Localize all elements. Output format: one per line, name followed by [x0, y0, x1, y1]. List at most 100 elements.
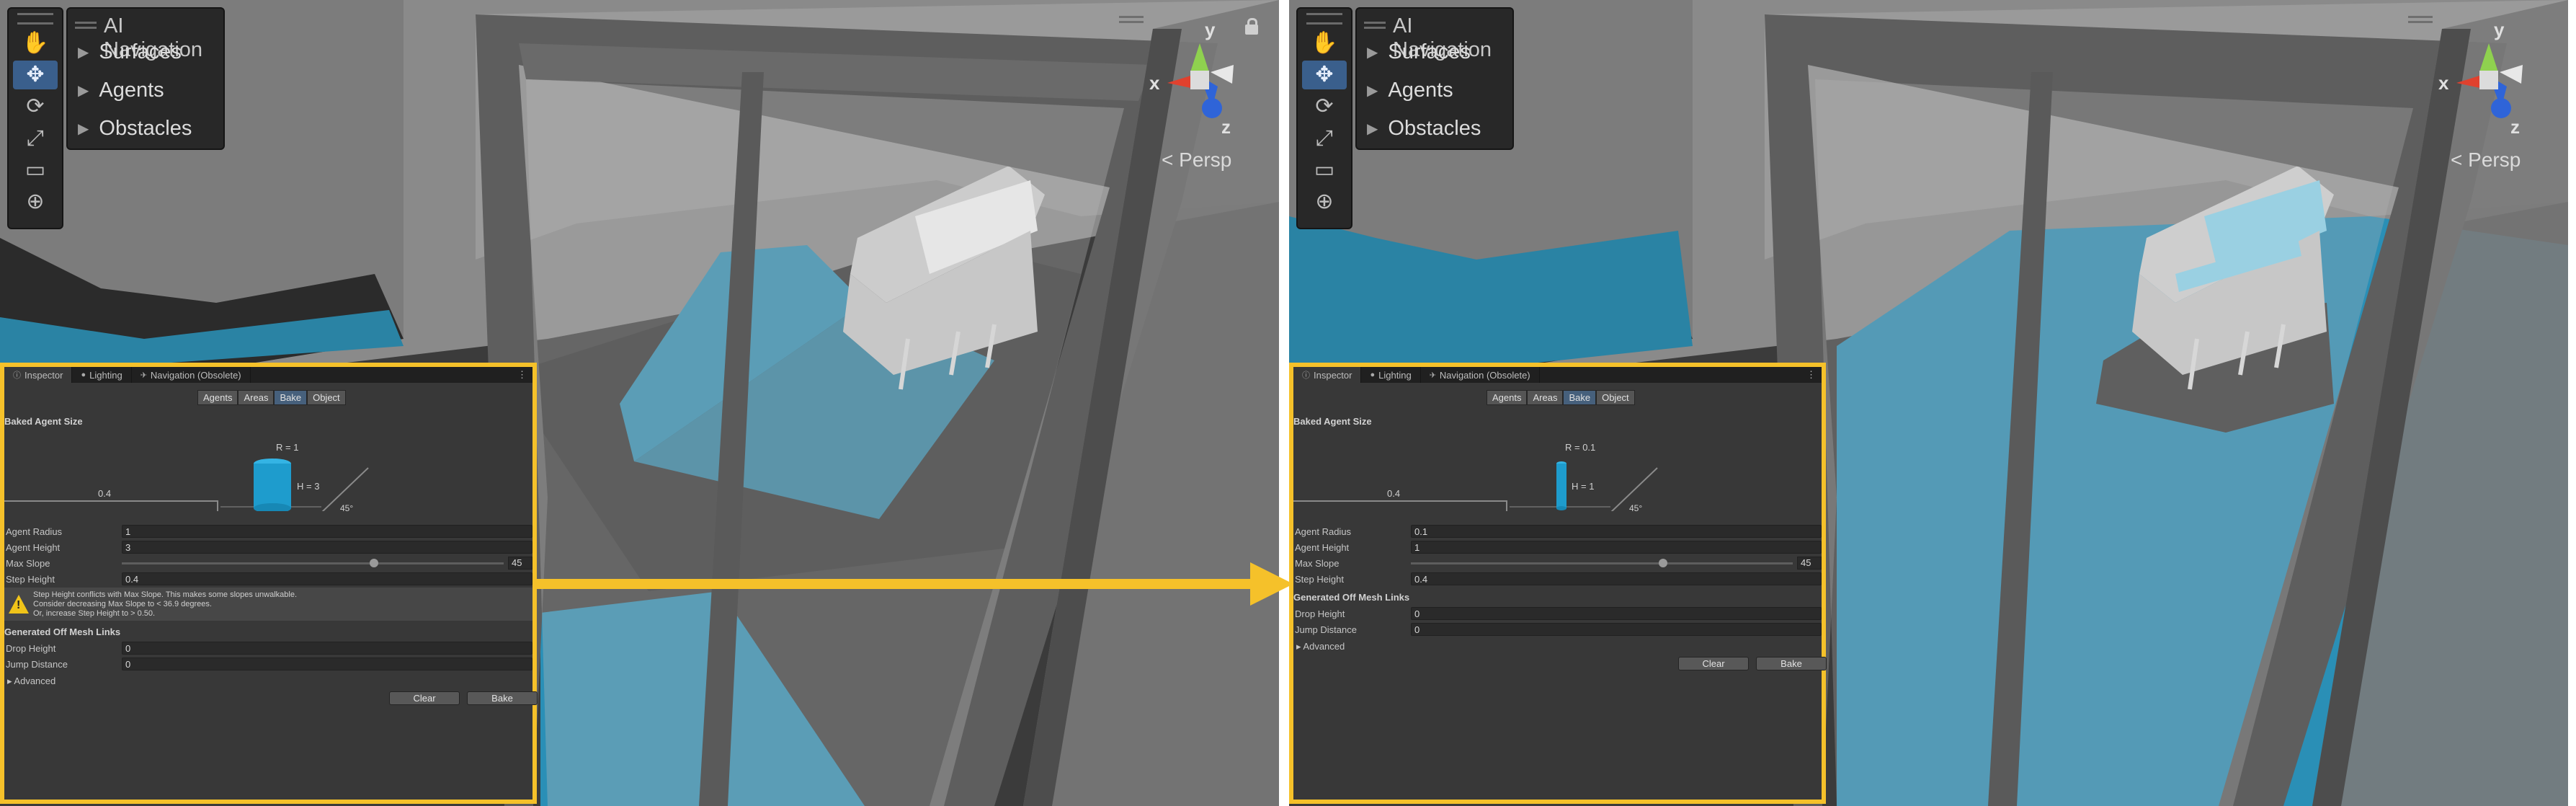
- rotate-icon[interactable]: ⟳: [13, 92, 58, 121]
- gizmo-z-label: z: [2510, 116, 2520, 137]
- max-slope-row: Max Slope 45: [4, 556, 532, 570]
- tab-lighting[interactable]: ● Lighting: [1361, 367, 1421, 383]
- agent-height-field[interactable]: 1: [1411, 541, 1822, 554]
- advanced-foldout[interactable]: ▸ Advanced: [1296, 641, 1345, 652]
- agent-size-diagram: R = 1 H = 3 0.4 45°: [4, 442, 369, 511]
- baked-agent-size-heading: Baked Agent Size: [1293, 416, 1372, 427]
- overlay-item-obstacles[interactable]: ▶ Obstacles: [1367, 117, 1481, 141]
- slope-angle-label: 45°: [340, 503, 353, 511]
- mode-agents-button[interactable]: Agents: [197, 390, 239, 405]
- kebab-menu-icon[interactable]: ⋮: [1806, 369, 1816, 381]
- palette-grip[interactable]: [1306, 13, 1342, 25]
- tab-navigation[interactable]: ✈ Navigation (Obsolete): [1421, 367, 1540, 383]
- mode-object-button[interactable]: Object: [307, 390, 346, 405]
- clear-button[interactable]: Clear: [389, 691, 460, 705]
- transform-icon[interactable]: ⊕: [13, 187, 58, 216]
- clear-button[interactable]: Clear: [1678, 657, 1749, 670]
- scene-view-before[interactable]: ✋ ✥ ⟳ ⤢ ▭ ⊕ AI Navigation ▶ Surfaces ▶ Age…: [0, 0, 1279, 806]
- drop-height-row: Drop Height 0: [4, 641, 532, 655]
- advanced-foldout[interactable]: ▸ Advanced: [7, 676, 55, 687]
- ai-navigation-overlay: AI Navigation ▶ Surfaces ▶ Agents ▶ Obstacl…: [66, 7, 225, 150]
- overlay-item-obstacles[interactable]: ▶ Obstacles: [78, 117, 192, 141]
- rect-icon[interactable]: ▭: [1302, 156, 1347, 185]
- overlay-grip[interactable]: [1364, 22, 1386, 29]
- step-height-label: Step Height: [1295, 573, 1344, 585]
- tab-inspector[interactable]: ⓘ Inspector: [4, 367, 73, 383]
- jump-distance-field[interactable]: 0: [1411, 623, 1822, 636]
- max-slope-slider[interactable]: 45: [122, 557, 532, 570]
- persp-icon: <: [2451, 149, 2469, 171]
- bake-button[interactable]: Bake: [467, 691, 538, 705]
- orientation-gizmo[interactable]: y x z: [2435, 14, 2543, 137]
- agent-height-field[interactable]: 3: [122, 541, 532, 554]
- drop-height-field[interactable]: 0: [122, 642, 532, 655]
- mode-areas-button[interactable]: Areas: [1527, 390, 1564, 405]
- drop-height-field[interactable]: 0: [1411, 607, 1822, 620]
- rotate-icon[interactable]: ⟳: [1302, 92, 1347, 121]
- agent-height-row: Agent Height 1: [1293, 540, 1822, 554]
- expand-arrow-icon: ▶: [78, 45, 89, 61]
- drop-height-row: Drop Height 0: [1293, 606, 1822, 621]
- persp-label[interactable]: < Persp: [1162, 149, 1231, 172]
- orientation-gizmo[interactable]: y x z: [1146, 14, 1254, 137]
- ai-navigation-overlay: AI Navigation ▶ Surfaces ▶ Agents ▶ Obstacl…: [1355, 7, 1514, 150]
- slider-thumb[interactable]: [369, 559, 378, 567]
- scene-menu-icon[interactable]: [1119, 16, 1144, 23]
- jump-distance-field[interactable]: 0: [122, 657, 532, 670]
- move-icon[interactable]: ✥: [13, 61, 58, 89]
- step-height-field[interactable]: 0.4: [122, 572, 532, 585]
- overlay-grip[interactable]: [75, 22, 97, 29]
- gizmo-x-label: x: [1149, 72, 1160, 94]
- bake-button[interactable]: Bake: [1756, 657, 1827, 670]
- slider-thumb[interactable]: [1658, 559, 1667, 567]
- tab-lighting[interactable]: ● Lighting: [72, 367, 132, 383]
- scene-view-after[interactable]: ✋ ✥ ⟳ ⤢ ▭ ⊕ AI Navigation ▶ Surfaces ▶ Age…: [1289, 0, 2568, 806]
- drop-height-label: Drop Height: [6, 642, 56, 654]
- navigation-icon: ✈: [1429, 371, 1436, 380]
- overlay-item-agents[interactable]: ▶ Agents: [78, 79, 164, 102]
- jump-distance-row: Jump Distance 0: [4, 657, 532, 671]
- drop-height-label: Drop Height: [1295, 608, 1345, 619]
- tab-inspector[interactable]: ⓘ Inspector: [1293, 367, 1362, 383]
- agent-radius-field[interactable]: 0.1: [1411, 525, 1822, 538]
- agent-radius-label: Agent Radius: [1295, 526, 1352, 537]
- gizmo-x-label: x: [2438, 72, 2449, 94]
- max-slope-slider[interactable]: 45: [1411, 557, 1822, 570]
- scale-icon[interactable]: ⤢: [1302, 124, 1347, 153]
- hand-icon[interactable]: ✋: [1302, 29, 1347, 58]
- navigation-inspector-after: ⓘ Inspector ● Lighting ✈ Navigation (Obsole…: [1289, 363, 1827, 804]
- foldout-arrow-icon: ▸: [7, 676, 14, 686]
- inspector-tab-bar: ⓘ Inspector ● Lighting ✈ Navigation (Obsole…: [1293, 367, 1822, 383]
- mode-areas-button[interactable]: Areas: [238, 390, 275, 405]
- mode-agents-button[interactable]: Agents: [1487, 390, 1528, 405]
- navigation-icon: ✈: [140, 371, 147, 380]
- overlay-item-surfaces[interactable]: ▶ Surfaces: [78, 40, 182, 64]
- bulb-icon: ●: [1370, 371, 1376, 379]
- kebab-menu-icon[interactable]: ⋮: [517, 369, 527, 381]
- rect-icon[interactable]: ▭: [13, 156, 58, 185]
- max-slope-field[interactable]: 45: [508, 557, 532, 570]
- tab-navigation[interactable]: ✈ Navigation (Obsolete): [132, 367, 251, 383]
- palette-grip[interactable]: [17, 13, 53, 25]
- max-slope-label: Max Slope: [6, 557, 50, 569]
- mode-bake-button[interactable]: Bake: [1563, 390, 1597, 405]
- persp-label[interactable]: < Persp: [2451, 149, 2521, 172]
- transform-icon[interactable]: ⊕: [1302, 187, 1347, 216]
- move-icon[interactable]: ✥: [1302, 61, 1347, 89]
- agent-height-label: Agent Height: [6, 541, 61, 553]
- hand-icon[interactable]: ✋: [13, 29, 58, 58]
- agent-radius-field[interactable]: 1: [122, 525, 532, 538]
- mode-object-button[interactable]: Object: [1596, 390, 1635, 405]
- step-height-field[interactable]: 0.4: [1411, 572, 1822, 585]
- gizmo-z-label: z: [1221, 116, 1231, 137]
- overlay-item-surfaces[interactable]: ▶ Surfaces: [1367, 40, 1471, 64]
- warning-icon: !: [9, 595, 29, 614]
- overlay-item-agents[interactable]: ▶ Agents: [1367, 79, 1453, 102]
- mode-switcher: Agents Areas Bake Object: [1487, 390, 1635, 405]
- expand-arrow-icon: ▶: [1367, 83, 1378, 99]
- max-slope-field[interactable]: 45: [1797, 557, 1822, 570]
- mode-bake-button[interactable]: Bake: [274, 390, 308, 405]
- scale-icon[interactable]: ⤢: [13, 124, 58, 153]
- scene-menu-icon[interactable]: [2408, 16, 2433, 23]
- persp-icon: <: [1162, 149, 1180, 171]
